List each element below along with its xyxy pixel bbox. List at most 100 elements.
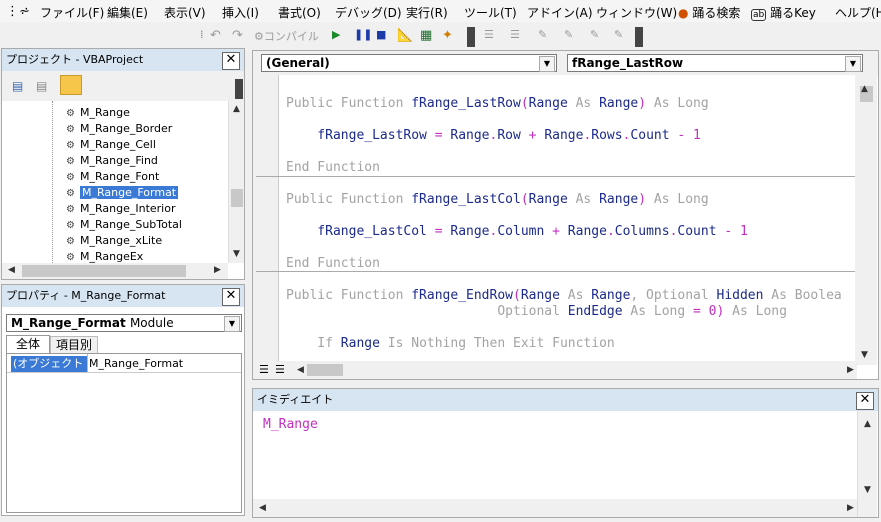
code-token: )	[638, 96, 647, 111]
menu-format[interactable]: 書式(O)	[278, 4, 321, 21]
menu-edit[interactable]: 編集(E)	[107, 4, 148, 21]
compile-button[interactable]: ⚙コンパイル	[254, 28, 319, 44]
menu-file[interactable]: ファイル(F)	[40, 4, 104, 21]
code-line[interactable]: If Range Is Nothing Then Exit Function	[286, 336, 614, 351]
margin-indicator-bar[interactable]	[253, 75, 279, 365]
tree-vscrollbar[interactable]: ▲ ▼	[228, 101, 244, 263]
scroll-right-icon[interactable]: ▶	[214, 265, 221, 275]
comment-block-icon[interactable]: ✎	[538, 28, 547, 41]
menu-run[interactable]: 実行(R)	[406, 4, 448, 21]
code-line[interactable]: fRange_LastRow = Range.Row + Range.Rows.…	[286, 128, 701, 143]
code-token: Range	[544, 128, 584, 143]
procedure-view-icon[interactable]: ☰	[259, 363, 269, 376]
code-token: End Function	[286, 160, 380, 175]
code-token: As	[567, 96, 600, 111]
menu-addins[interactable]: アドイン(A)	[527, 4, 593, 21]
clear-bookmarks-icon[interactable]: ✎	[614, 28, 623, 41]
menu-odoru-search[interactable]: ● 踊る検索	[678, 4, 740, 21]
object-select[interactable]: M_Range_Format Module ▼	[6, 314, 242, 332]
scroll-thumb[interactable]	[231, 189, 243, 207]
scroll-up-icon[interactable]: ▲	[233, 104, 240, 114]
tree-item[interactable]: ⚙ M_Range_Font	[66, 170, 159, 183]
uncomment-block-icon[interactable]: ✎	[564, 28, 573, 41]
code-line[interactable]: Optional EndEdge As Long = 0) As Long	[286, 304, 787, 319]
menu-debug[interactable]: デバッグ(D)	[335, 4, 402, 21]
code-line[interactable]: Public Function fRange_EndRow(Range As R…	[286, 288, 842, 303]
immediate-vscrollbar[interactable]: ▲ ▼	[857, 411, 877, 517]
indent-icon[interactable]: ☰	[484, 28, 494, 41]
procedure-separator	[256, 271, 856, 272]
menu-help[interactable]: ヘルプ(H)	[835, 4, 881, 21]
code-line[interactable]: Public Function fRange_LastCol(Range As …	[286, 192, 709, 207]
toolbar-grip-icon: ⁞	[200, 28, 204, 41]
code-line[interactable]: Public Function fRange_LastRow(Range As …	[286, 96, 709, 111]
tree-item-selected[interactable]: ⚙ M_Range_Format	[66, 186, 179, 199]
close-icon[interactable]: ✕	[222, 52, 240, 70]
tree-item[interactable]: ⚙ M_RangeEx	[66, 250, 143, 263]
toggle-bookmark-icon[interactable]: ✎	[590, 28, 599, 41]
code-line[interactable]: fRange_LastCol = Range.Column + Range.Co…	[286, 224, 748, 239]
toolbar-overflow-button[interactable]	[235, 79, 243, 99]
redo-icon[interactable]: ↷	[232, 28, 243, 43]
toolbar-overflow-button[interactable]	[467, 27, 475, 47]
object-browser-icon[interactable]: ✦	[442, 28, 453, 43]
scroll-thumb[interactable]	[307, 364, 343, 376]
immediate-window: イミディエイト ✕ M_Range ▲ ▼ ◀ ▶	[252, 388, 879, 518]
property-value-input[interactable]: M_Range_Format	[89, 356, 239, 372]
menu-insert[interactable]: 挿入(I)	[222, 4, 259, 21]
menu-tools[interactable]: ツール(T)	[464, 4, 517, 21]
chevron-down-icon[interactable]: ▼	[539, 56, 555, 72]
scroll-down-icon[interactable]: ▼	[864, 485, 871, 495]
immediate-hscrollbar[interactable]: ◀ ▶	[253, 499, 857, 517]
undo-icon[interactable]: ↶	[210, 28, 221, 43]
menu-view[interactable]: 表示(V)	[164, 4, 206, 21]
scroll-up-icon[interactable]: ▲	[864, 419, 871, 429]
procedure-combo[interactable]: fRange_LastRow ▼	[567, 54, 863, 72]
pause-icon[interactable]: ❚❚	[354, 28, 372, 41]
full-module-view-icon[interactable]: ☰	[275, 363, 285, 376]
code-token: As Long	[724, 304, 787, 319]
code-line[interactable]: End Function	[286, 256, 380, 271]
scroll-down-icon[interactable]: ▼	[233, 249, 240, 259]
tree-item[interactable]: ⚙ M_Range_Interior	[66, 202, 175, 215]
tree-item[interactable]: ⚙ M_Range_Find	[66, 154, 158, 167]
code-token: (	[520, 96, 529, 111]
toolbar-overflow-button[interactable]	[635, 27, 643, 47]
view-object-icon[interactable]: ▤	[36, 79, 47, 93]
immediate-input[interactable]: M_Range	[263, 417, 318, 432]
scroll-thumb[interactable]	[22, 265, 186, 277]
run-icon[interactable]: ▶	[332, 28, 340, 41]
close-icon[interactable]: ✕	[222, 288, 240, 306]
menu-odoru-key[interactable]: ab 踊るKey	[751, 4, 816, 21]
tree-item[interactable]: ⚙ M_Range	[66, 106, 130, 119]
scroll-right-icon[interactable]: ▶	[847, 365, 854, 375]
excel-icon[interactable]: ▦	[420, 28, 432, 43]
tree-item[interactable]: ⚙ M_Range_xLite	[66, 234, 162, 247]
scroll-left-icon[interactable]: ◀	[297, 365, 304, 375]
code-line[interactable]: End Function	[286, 160, 380, 175]
object-combo[interactable]: (General) ▼	[261, 54, 557, 72]
chevron-down-icon[interactable]: ▼	[845, 56, 861, 72]
toggle-folders-icon[interactable]	[60, 75, 82, 95]
scroll-down-icon[interactable]: ▼	[861, 350, 868, 360]
tab-categorized[interactable]: 項目別	[50, 336, 98, 353]
scroll-up-icon[interactable]: ▲	[861, 84, 868, 94]
chevron-down-icon[interactable]: ▼	[224, 316, 240, 332]
design-mode-icon[interactable]: 📐	[397, 28, 413, 43]
debug-toolbar: ⁞ ↶ ↷ ⚙コンパイル ▶ ❚❚ ■ 📐 ▦ ✦ ☰ ☰ ✎ ✎ ✎ ✎	[0, 23, 881, 49]
code-token: (	[520, 192, 529, 207]
tree-item[interactable]: ⚙ M_Range_Border	[66, 122, 172, 135]
scroll-right-icon[interactable]: ▶	[847, 503, 854, 513]
outdent-icon[interactable]: ☰	[510, 28, 520, 41]
tree-item[interactable]: ⚙ M_Range_Cell	[66, 138, 156, 151]
stop-icon[interactable]: ■	[376, 28, 386, 41]
menu-window[interactable]: ウィンドウ(W)	[596, 4, 677, 21]
code-hscrollbar[interactable]: ☰ ☰ ◀ ▶	[253, 361, 857, 379]
tab-alphabetic[interactable]: 全体	[6, 335, 50, 353]
tree-hscrollbar[interactable]: ◀ ▶	[2, 263, 228, 279]
scroll-left-icon[interactable]: ◀	[259, 503, 266, 513]
tree-item[interactable]: ⚙ M_Range_SubTotal	[66, 218, 182, 231]
scroll-left-icon[interactable]: ◀	[8, 265, 15, 275]
view-code-icon[interactable]: ▤	[12, 79, 23, 93]
close-icon[interactable]: ✕	[856, 392, 874, 410]
